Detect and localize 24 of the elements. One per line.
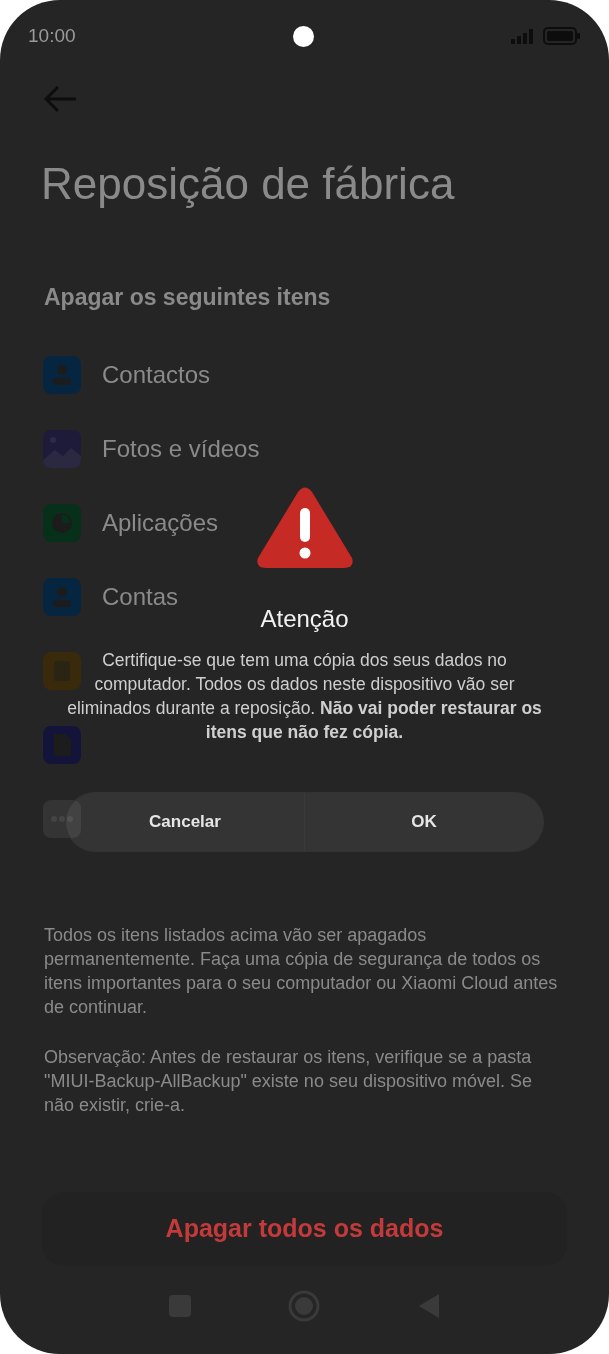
dialog-title: Atenção — [260, 604, 349, 634]
battery-icon — [543, 27, 581, 45]
dialog-message: Certifique-se que tem uma cópia dos seus dados no computador. Todos os dados neste dispositivo vão ser eliminados durante a reposição. Não vai poder restaurar os itens que não fez cópia. — [66, 649, 543, 744]
page-title: Reposição de fábrica — [40, 158, 456, 210]
back-arrow-icon[interactable] — [42, 84, 78, 114]
list-item-label: Fotos e vídeos — [102, 434, 260, 464]
document-icon — [43, 726, 81, 764]
image-icon — [43, 430, 81, 468]
more-icon — [43, 800, 81, 838]
copy-icon — [43, 652, 81, 690]
person-icon — [43, 356, 81, 394]
status-time: 10:00 — [28, 23, 76, 48]
person-icon — [43, 578, 81, 616]
warning-icon — [255, 486, 354, 570]
info-paragraph: Todos os itens listados acima vão ser apagados permanentemente. Faça uma cópia de segurança de todos os itens importantes para o seu computador ou Xiaomi Cloud antes de continuar. — [44, 924, 559, 1019]
section-heading: Apagar os seguintes itens — [43, 283, 332, 312]
list-item-label: Aplicações — [102, 508, 219, 538]
camera-hole — [293, 26, 314, 47]
pie-chart-icon — [43, 504, 81, 542]
list-item-label: Contactos — [102, 360, 211, 390]
dialog-button[interactable]: OK — [304, 793, 543, 851]
list-item-label: Contas — [102, 582, 179, 612]
info-paragraph: Observação: Antes de restaurar os itens, verifique se a pasta "MIUI-Backup-AllBackup" existe no seu dispositivo móvel. Se não existir, crie-a. — [44, 1046, 533, 1117]
dialog-button[interactable]: Cancelar — [66, 793, 304, 851]
